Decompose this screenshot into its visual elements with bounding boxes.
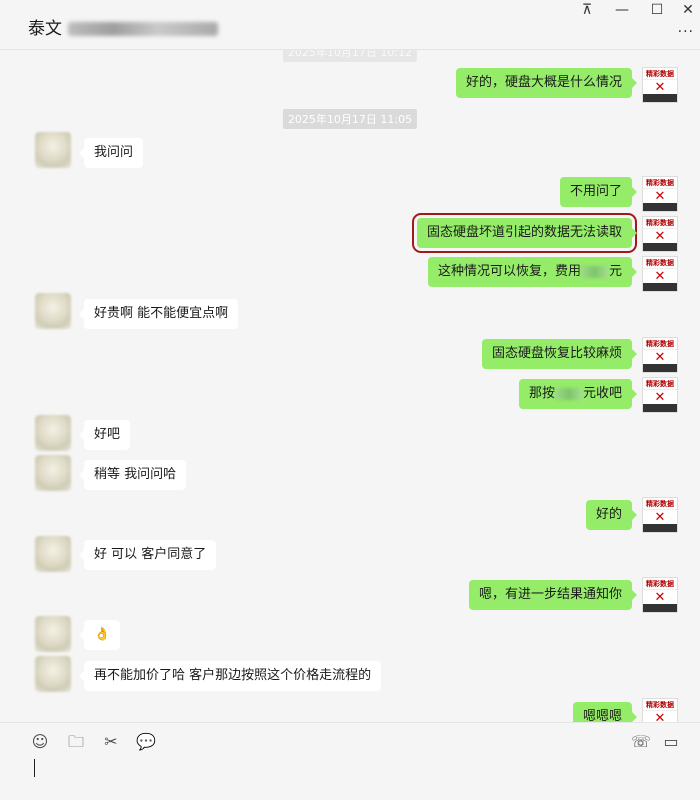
maximize-button[interactable]: ☐ [645,2,669,20]
message-bubble-received[interactable]: 好贵啊 能不能便宜点啊 [78,299,239,329]
self-avatar[interactable]: 精彩数据 ✕ [642,497,678,533]
self-avatar[interactable]: 精彩数据 ✕ [642,377,678,413]
message-bubble-received[interactable]: 再不能加价了哈 客户那边按照这个价格走流程的 [78,661,382,691]
message-text: 这种情况可以恢复，费用 [437,264,581,279]
message-bubble-received[interactable]: 我问问 [78,138,144,168]
self-avatar[interactable]: 精彩数据 ✕ [642,577,678,613]
message-bubble-sent[interactable]: 嗯嗯嗯 [572,702,638,722]
more-options-icon[interactable]: ··· [678,24,694,40]
message-bubble-received[interactable]: 好 可以 客户同意了 [78,540,217,570]
price-redaction [554,387,583,400]
self-avatar[interactable]: 精彩数据 ✕ [642,256,678,292]
message-bubble-sent[interactable]: 那按 元收吧 [518,379,638,409]
self-avatar[interactable]: 精彩数据 ✕ [642,216,678,252]
self-avatar[interactable]: 精彩数据 ✕ [642,698,678,722]
phone-icon[interactable]: ☏ [630,731,652,753]
timestamp: 2025年10月17日 11:05 [282,109,418,129]
minimize-button[interactable]: — [610,2,634,20]
message-text: 元 [608,264,622,279]
chat-title-text: 泰文 [28,19,62,39]
chat-history-icon[interactable]: 💬 [135,731,157,753]
close-button[interactable]: ✕ [676,2,700,20]
self-avatar[interactable]: 精彩数据 ✕ [642,337,678,373]
contact-avatar[interactable] [35,656,71,692]
message-text: 元收吧 [582,386,622,401]
message-bubble-sent[interactable]: 这种情况可以恢复，费用 元 [427,257,638,287]
video-call-icon[interactable]: ▭ [660,731,682,753]
scissors-icon[interactable]: ✂ [100,731,122,753]
message-bubble-sent-highlighted[interactable]: 固态硬盘坏道引起的数据无法读取 [411,213,638,253]
message-bubble-received[interactable]: 好吧 [78,420,131,450]
self-avatar[interactable]: 精彩数据 ✕ [642,176,678,212]
folder-icon[interactable]: 🗀 [65,731,87,753]
message-input-area[interactable]: ☺ 🗀 ✂ 💬 ☏ ▭ [0,722,700,800]
contact-avatar[interactable] [35,132,71,168]
emoji-icon[interactable]: ☺ [29,731,51,753]
title-bar: 泰文 ⊼ — ☐ ✕ ··· [0,0,700,50]
message-bubble-sent[interactable]: 好的，硬盘大概是什么情况 [455,68,638,98]
message-bubble-received[interactable]: 稍等 我问问哈 [78,460,187,490]
title-redaction [68,22,218,36]
timestamp: 2025年10月17日 10:12 [282,50,418,62]
message-bubble-sent[interactable]: 固态硬盘恢复比较麻烦 [481,339,638,369]
chat-title: 泰文 [28,14,218,39]
contact-avatar[interactable] [35,455,71,491]
message-bubble-sent[interactable]: 嗯，有进一步结果通知你 [468,580,638,610]
text-cursor[interactable] [34,759,35,777]
price-redaction [580,265,609,278]
contact-avatar[interactable] [35,293,71,329]
chat-message-area[interactable]: 2025年10月17日 10:12 好的，硬盘大概是什么情况 精彩数据 ✕ 202… [0,50,700,722]
contact-avatar[interactable] [35,415,71,451]
contact-avatar[interactable] [35,536,71,572]
message-text: 那按 [528,386,555,401]
message-bubble-sent[interactable]: 不用问了 [559,177,638,207]
pin-icon[interactable]: ⊼ [575,2,599,20]
message-bubble-sent[interactable]: 好的 [585,500,638,530]
contact-avatar[interactable] [35,616,71,652]
message-bubble-received[interactable]: 👌 [78,620,121,650]
self-avatar[interactable]: 精彩数据 ✕ [642,67,678,103]
